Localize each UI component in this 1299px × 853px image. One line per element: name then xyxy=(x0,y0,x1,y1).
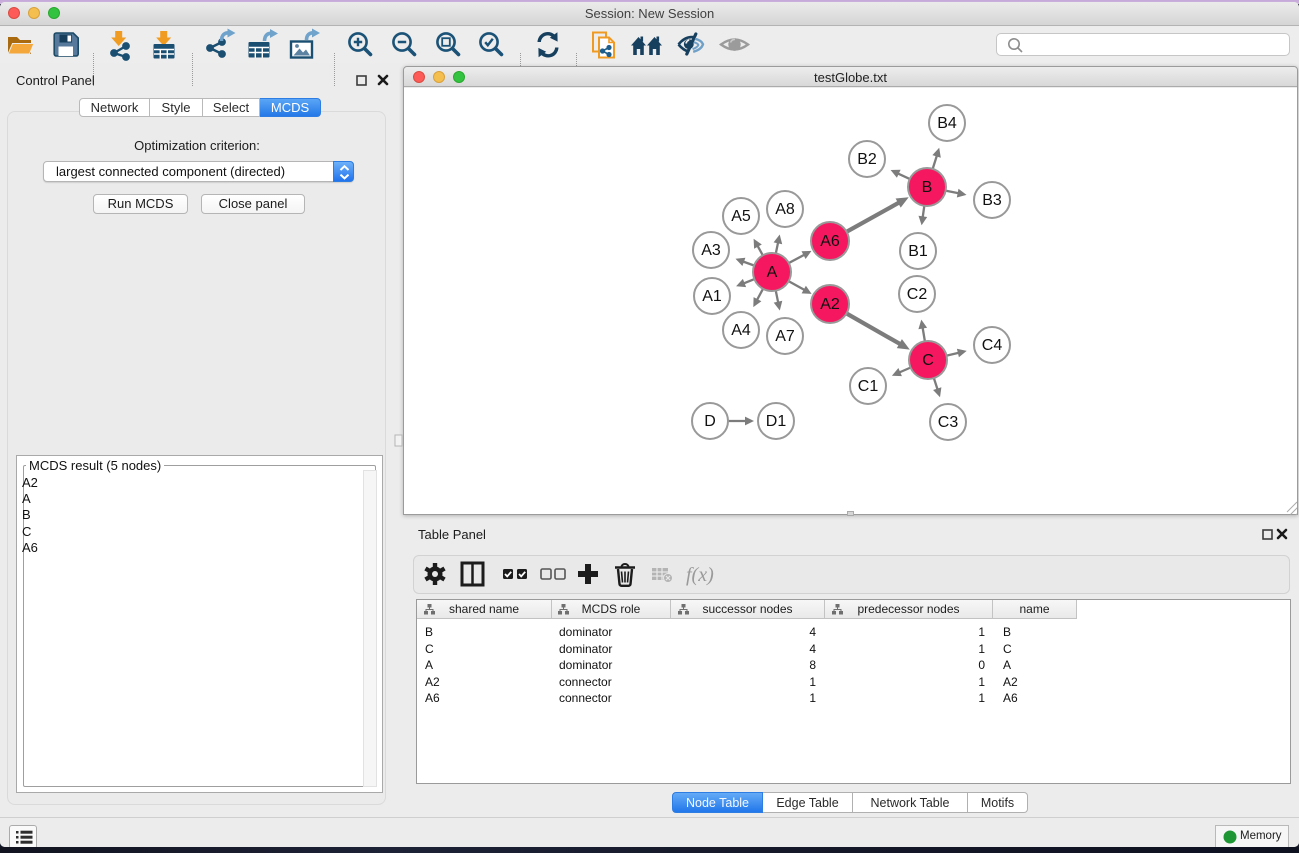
svg-text:C1: C1 xyxy=(858,378,879,395)
svg-text:C3: C3 xyxy=(938,414,959,431)
svg-text:B: B xyxy=(922,179,933,196)
svg-text:A1: A1 xyxy=(702,288,722,305)
svg-text:A5: A5 xyxy=(731,208,751,225)
svg-text:A2: A2 xyxy=(820,296,840,313)
svg-text:C: C xyxy=(922,352,934,369)
svg-text:A3: A3 xyxy=(701,242,721,259)
svg-text:A6: A6 xyxy=(820,233,840,250)
svg-text:D1: D1 xyxy=(766,413,787,430)
svg-text:B4: B4 xyxy=(937,115,957,132)
svg-text:B3: B3 xyxy=(982,192,1002,209)
svg-text:A7: A7 xyxy=(775,328,795,345)
svg-text:A4: A4 xyxy=(731,322,751,339)
svg-text:C4: C4 xyxy=(982,337,1003,354)
svg-text:B2: B2 xyxy=(857,151,877,168)
svg-text:A: A xyxy=(767,264,778,281)
svg-text:B1: B1 xyxy=(908,243,928,260)
svg-text:D: D xyxy=(704,413,716,430)
svg-text:A8: A8 xyxy=(775,201,795,218)
svg-text:C2: C2 xyxy=(907,286,928,303)
svg-text:f(x): f(x) xyxy=(686,564,714,586)
